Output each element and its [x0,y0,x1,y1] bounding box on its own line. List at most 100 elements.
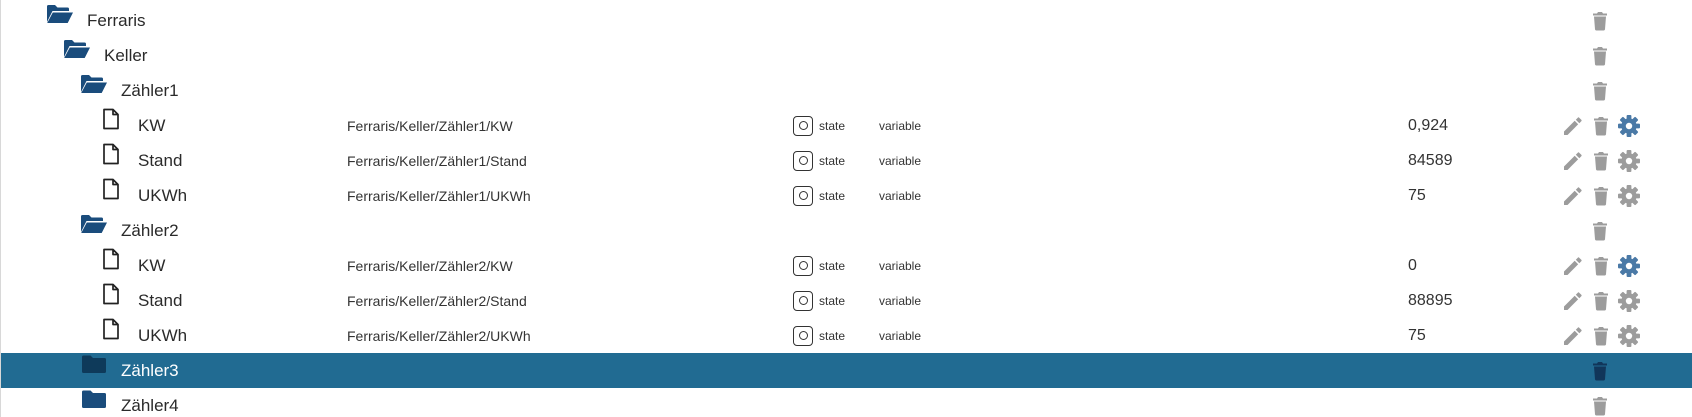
tree-item-name: UKWh [138,185,188,205]
delete-icon[interactable] [1588,9,1612,33]
row-actions [1588,213,1612,248]
folder-open-icon[interactable] [63,38,91,60]
file-icon [97,108,125,130]
row-actions [1561,108,1641,143]
tree-item-name: Ferraris [87,10,146,30]
role-cell: state [793,178,845,213]
role-label: state [819,293,846,308]
row-actions [1588,353,1612,388]
settings-gear-icon[interactable] [1617,254,1641,278]
delete-icon[interactable] [1588,44,1612,68]
delete-icon[interactable] [1588,79,1612,103]
delete-icon[interactable] [1589,289,1613,313]
type-label: variable [879,188,922,203]
object-id: Ferraris/Keller/Zähler2/UKWh [347,327,531,344]
state-role-icon [793,325,813,346]
state-value[interactable]: 88895 [1408,283,1453,318]
type-label: variable [879,328,922,343]
object-id: Ferraris/Keller/Zähler2/KW [347,257,513,274]
role-label: state [819,118,846,133]
state-role-icon [793,290,813,311]
tree-row-state[interactable]: UKWh Ferraris/Keller/Zähler1/UKWh state var… [1,178,1692,213]
tree-item-name: Stand [138,150,183,170]
state-value[interactable]: 0,924 [1408,108,1448,143]
object-id: Ferraris/Keller/Zähler1/Stand [347,152,527,169]
delete-icon[interactable] [1589,114,1613,138]
tree-row-state[interactable]: KW Ferraris/Keller/Zähler2/KW state variabl… [1,248,1692,283]
row-actions [1561,178,1641,213]
role-cell: state [793,248,845,283]
folder-open-icon[interactable] [46,3,74,25]
file-icon [97,143,125,165]
tree-row-folder[interactable]: Keller [1,38,1692,73]
folder-open-icon[interactable] [80,73,108,95]
object-tree: Ferraris Keller Zähler1 KW Ferraris/Keller/Z… [0,0,1692,417]
type-label: variable [879,258,922,273]
state-role-icon [793,255,813,276]
delete-icon[interactable] [1588,394,1612,417]
folder-icon[interactable] [80,388,108,410]
settings-gear-icon[interactable] [1617,324,1641,348]
folder-icon[interactable] [80,353,108,375]
settings-gear-icon[interactable] [1617,149,1641,173]
role-cell: state [793,108,845,143]
tree-row-folder[interactable]: Ferraris [1,3,1692,38]
folder-open-icon[interactable] [80,213,108,235]
tree-item-name: Zähler3 [121,360,179,380]
tree-row-state[interactable]: Stand Ferraris/Keller/Zähler2/Stand state v… [1,283,1692,318]
edit-icon[interactable] [1561,324,1585,348]
file-icon [97,318,125,340]
object-id: Ferraris/Keller/Zähler1/UKWh [347,187,531,204]
tree-row-folder[interactable]: Zähler1 [1,73,1692,108]
file-icon [97,248,125,270]
type-label: variable [879,153,922,168]
state-role-icon [793,115,813,136]
delete-icon[interactable] [1589,149,1613,173]
delete-icon[interactable] [1588,359,1612,383]
tree-row-folder[interactable]: Zähler3 [1,353,1692,388]
state-value[interactable]: 84589 [1408,143,1453,178]
delete-icon[interactable] [1589,184,1613,208]
tree-item-name: Zähler2 [121,220,179,240]
edit-icon[interactable] [1561,149,1585,173]
state-value[interactable]: 0 [1408,248,1417,283]
state-value[interactable]: 75 [1408,318,1426,353]
tree-row-state[interactable]: Stand Ferraris/Keller/Zähler1/Stand state v… [1,143,1692,178]
object-id: Ferraris/Keller/Zähler2/Stand [347,292,527,309]
settings-gear-icon[interactable] [1617,184,1641,208]
row-actions [1588,38,1612,73]
edit-icon[interactable] [1561,289,1585,313]
edit-icon[interactable] [1561,254,1585,278]
type-label: variable [879,118,922,133]
row-actions [1561,143,1641,178]
tree-item-name: Zähler4 [121,395,179,415]
role-cell: state [793,143,845,178]
tree-item-name: Stand [138,290,183,310]
role-cell: state [793,283,845,318]
state-role-icon [793,185,813,206]
row-actions [1561,283,1641,318]
tree-row-state[interactable]: KW Ferraris/Keller/Zähler1/KW state variabl… [1,108,1692,143]
file-icon [97,283,125,305]
row-actions [1588,3,1612,38]
settings-gear-icon[interactable] [1617,289,1641,313]
tree-row-folder[interactable]: Zähler2 [1,213,1692,248]
delete-icon[interactable] [1589,254,1613,278]
type-label: variable [879,293,922,308]
settings-gear-icon[interactable] [1617,114,1641,138]
row-actions [1588,73,1612,108]
state-role-icon [793,150,813,171]
state-value[interactable]: 75 [1408,178,1426,213]
delete-icon[interactable] [1588,219,1612,243]
row-actions [1561,248,1641,283]
delete-icon[interactable] [1589,324,1613,348]
tree-row-folder[interactable]: Zähler4 [1,388,1692,417]
role-label: state [819,188,846,203]
edit-icon[interactable] [1561,184,1585,208]
tree-item-name: KW [138,255,166,275]
tree-row-state[interactable]: UKWh Ferraris/Keller/Zähler2/UKWh state var… [1,318,1692,353]
row-actions [1561,318,1641,353]
edit-icon[interactable] [1561,114,1585,138]
role-cell: state [793,318,845,353]
tree-item-name: KW [138,115,166,135]
